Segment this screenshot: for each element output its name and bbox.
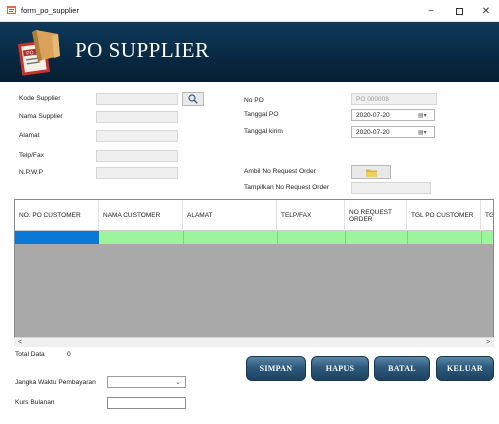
kurs-bulanan-label: Kurs Bulanan (15, 399, 55, 406)
no-po-field: PO 000008 (351, 93, 437, 105)
close-button[interactable]: ✕ (473, 0, 499, 22)
cell-divider (183, 231, 184, 244)
cell-divider (481, 231, 482, 244)
hapus-button[interactable]: HAPUS (311, 356, 369, 381)
tanggal-po-value: 2020-07-20 (356, 112, 390, 119)
batal-button[interactable]: BATAL (374, 356, 430, 381)
header-banner: PO PO SUPPLIER (0, 22, 499, 82)
table-row[interactable] (15, 231, 493, 244)
selected-cell[interactable] (15, 231, 99, 244)
alamat-field[interactable] (96, 130, 178, 142)
column-header[interactable]: TGL PO CUSTOMER (407, 200, 481, 231)
tanggal-kirim-value: 2020-07-20 (356, 129, 390, 136)
jangka-waktu-select[interactable]: ⌄ (107, 376, 186, 388)
nama-supplier-field[interactable] (96, 111, 178, 123)
search-supplier-button[interactable] (182, 92, 204, 106)
npwp-label: N.P.W.P (19, 169, 44, 176)
chevron-down-icon: ⌄ (175, 379, 181, 386)
window-titlebar: form_po_supplier − ✕ (0, 0, 499, 22)
calendar-dropdown-icon[interactable]: ▤▾ (418, 112, 431, 119)
maximize-icon (455, 7, 463, 15)
column-header[interactable]: NO REQUEST ORDER (345, 200, 407, 231)
calendar-dropdown-icon[interactable]: ▤▾ (418, 129, 431, 136)
maximize-button[interactable] (446, 0, 472, 22)
total-data-label: Total Data (15, 351, 45, 358)
search-icon (188, 94, 198, 104)
tampilkan-request-field (351, 182, 431, 194)
telp-fax-label: Telp/Fax (19, 152, 44, 159)
po-document-logo-icon: PO (17, 30, 60, 76)
keluar-button[interactable]: KELUAR (436, 356, 494, 381)
column-header[interactable]: TELP/FAX (277, 200, 345, 231)
alamat-label: Alamat (19, 132, 40, 139)
page-title: PO SUPPLIER (75, 38, 210, 62)
npwp-field[interactable] (96, 167, 178, 179)
scroll-left-button[interactable]: < (15, 338, 25, 347)
jangka-waktu-label: Jangka Waktu Pembayaran (15, 379, 96, 386)
window-title: form_po_supplier (21, 6, 79, 15)
telp-fax-field[interactable] (96, 150, 178, 162)
table-header: NO. PO CUSTOMER NAMA CUSTOMER ALAMAT TEL… (15, 200, 493, 231)
tanggal-kirim-label: Tanggal kirim (244, 128, 283, 135)
tampilkan-request-label: Tampilkan No Request Order (244, 184, 330, 191)
column-header[interactable]: NAMA CUSTOMER (99, 200, 183, 231)
column-header[interactable]: ALAMAT (183, 200, 277, 231)
ambil-request-button[interactable] (351, 165, 391, 179)
no-po-label: No PO (244, 97, 264, 104)
scroll-right-button[interactable]: > (483, 338, 493, 347)
horizontal-scrollbar[interactable]: < > (14, 337, 494, 347)
cell-divider (277, 231, 278, 244)
po-customer-table[interactable]: NO. PO CUSTOMER NAMA CUSTOMER ALAMAT TEL… (14, 199, 494, 346)
kode-supplier-label: Kode Supplier (19, 95, 61, 102)
tanggal-po-date-picker[interactable]: 2020-07-20 ▤▾ (351, 109, 435, 121)
cell-divider (345, 231, 346, 244)
nama-supplier-label: Nama Supplier (19, 113, 63, 120)
tanggal-po-label: Tanggal PO (244, 111, 279, 118)
ambil-request-label: Ambil No Request Order (244, 168, 316, 175)
cell-divider (407, 231, 408, 244)
svg-text:PO: PO (26, 50, 34, 57)
column-header[interactable]: NO. PO CUSTOMER (15, 200, 99, 231)
minimize-button[interactable]: − (418, 0, 444, 22)
simpan-button[interactable]: SIMPAN (246, 356, 306, 381)
tanggal-kirim-date-picker[interactable]: 2020-07-20 ▤▾ (351, 126, 435, 138)
folder-icon (365, 169, 377, 177)
app-icon (7, 6, 16, 14)
kode-supplier-field[interactable] (96, 93, 178, 105)
kurs-bulanan-field[interactable] (107, 397, 186, 409)
total-data-value: 0 (67, 351, 71, 358)
column-header[interactable]: TGL CUSTO (481, 200, 493, 231)
